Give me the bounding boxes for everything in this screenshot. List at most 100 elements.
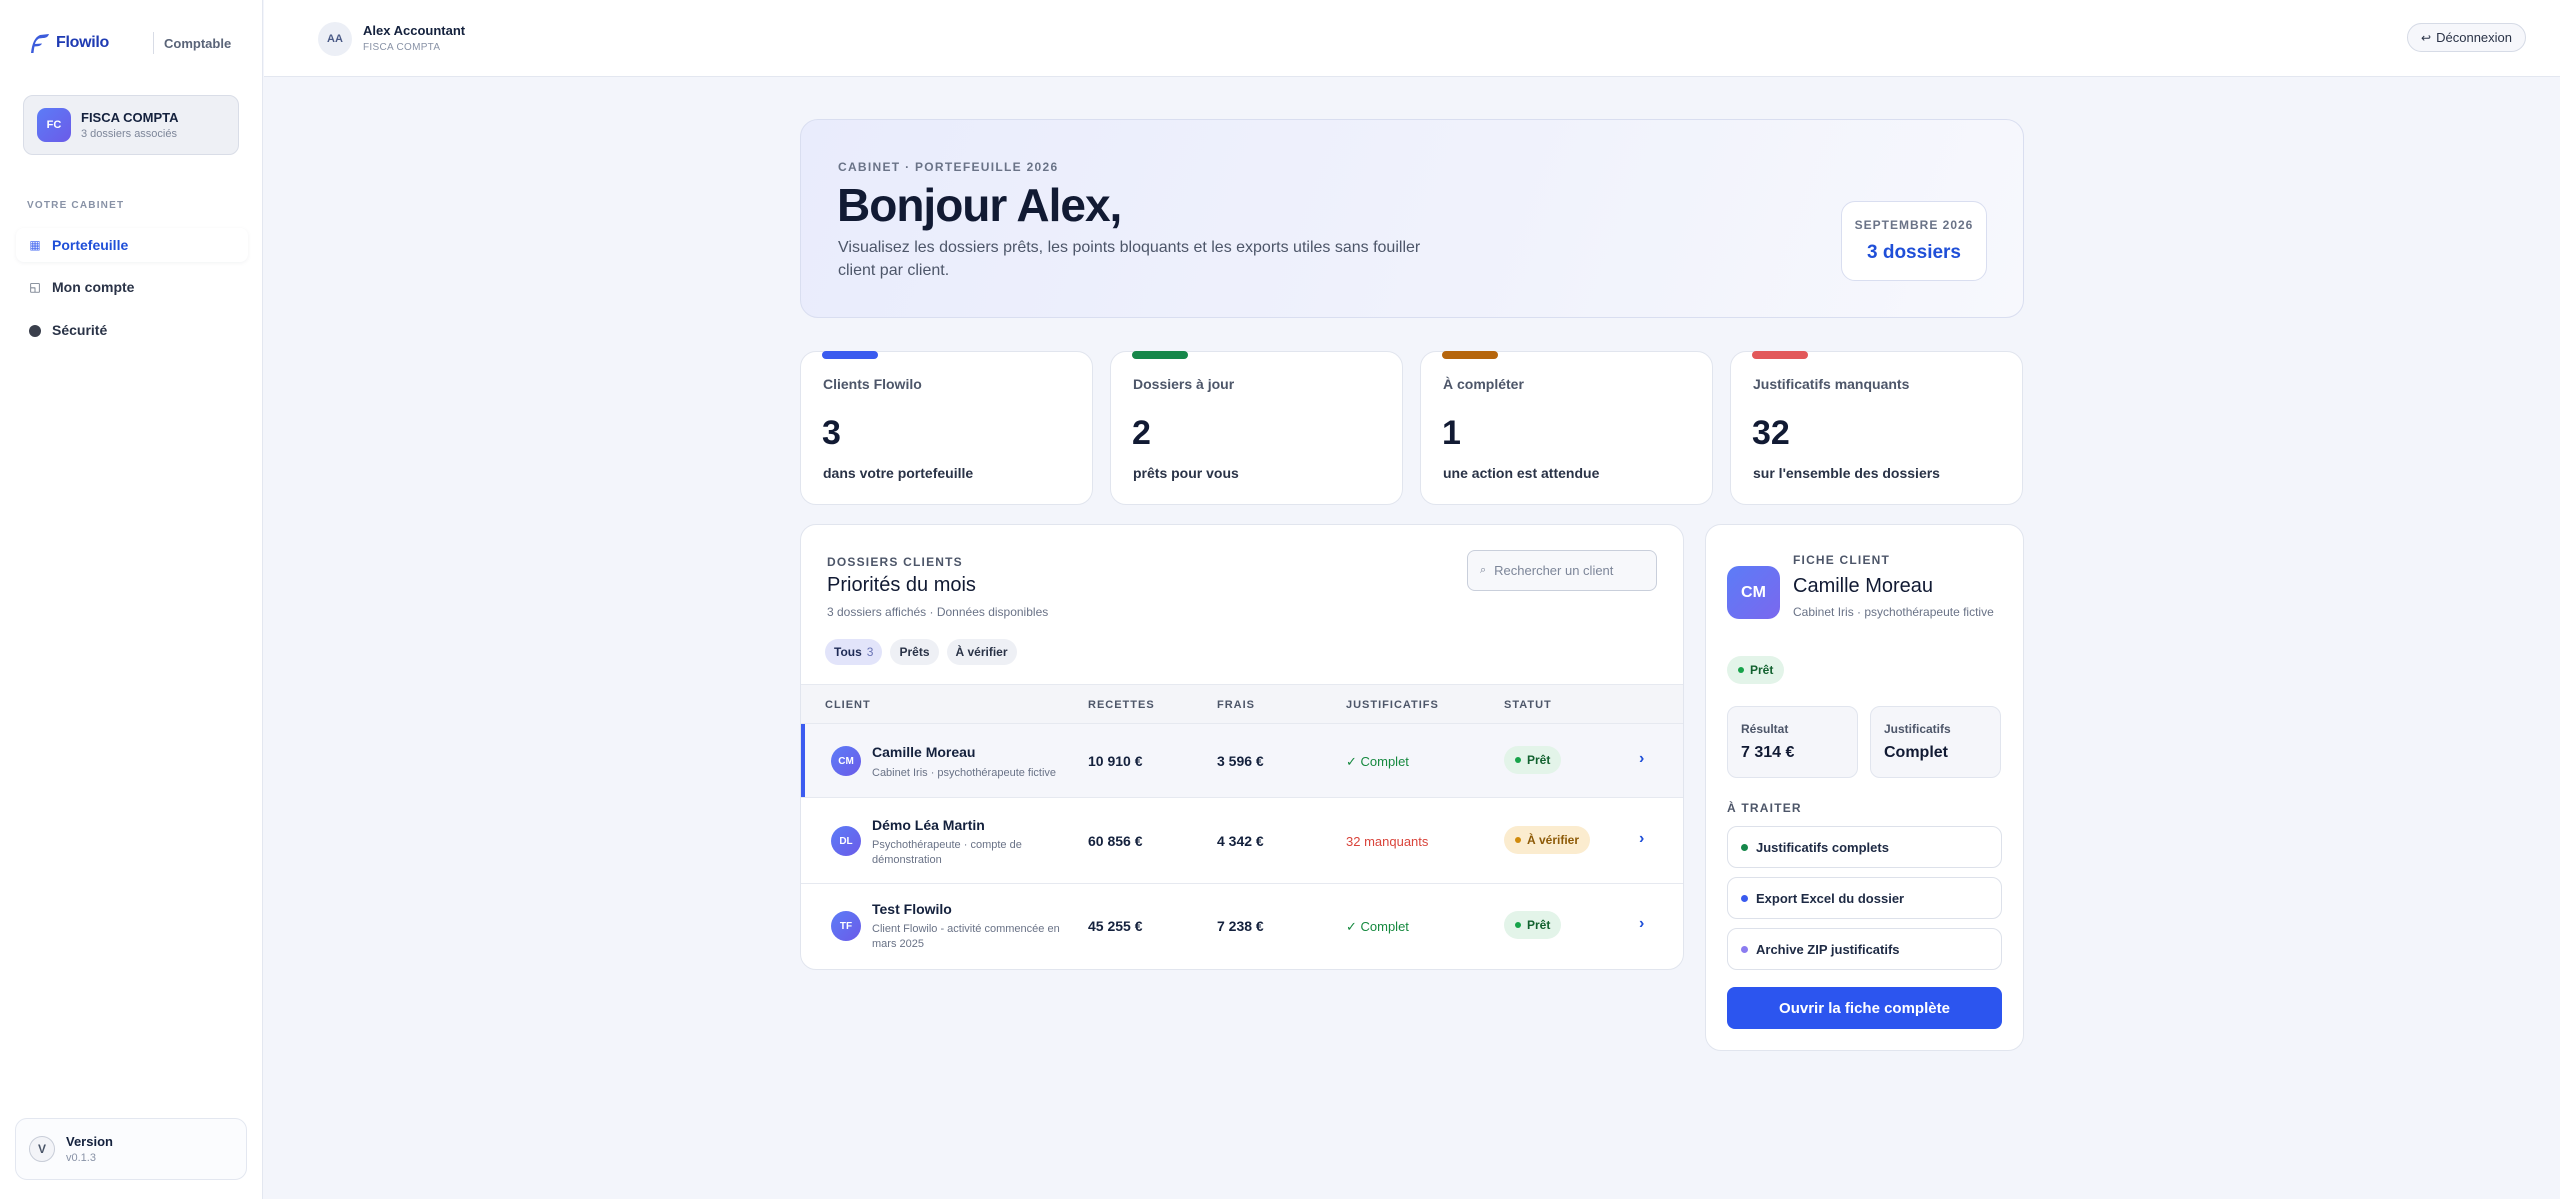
kpi-subtitle: dans votre portefeuille bbox=[823, 465, 974, 481]
client-description: Cabinet Iris · psychothérapeute fictive bbox=[872, 767, 1057, 779]
kpi-card-justificatifs-manquants: Justificatifs manquants 32 sur l'ensembl… bbox=[1730, 351, 2023, 505]
logout-button[interactable]: ↩ Déconnexion bbox=[2407, 23, 2526, 52]
kpi-label: À compléter bbox=[1443, 376, 1524, 392]
kpi-label: Justificatifs manquants bbox=[1753, 376, 1910, 392]
chevron-right-icon[interactable]: › bbox=[1639, 915, 1644, 933]
recettes-value: 10 910 € bbox=[1088, 753, 1143, 769]
justificatifs-box: Justificatifs Complet bbox=[1870, 706, 2001, 778]
kpi-value: 3 bbox=[822, 414, 841, 452]
kpi-value: 32 bbox=[1752, 414, 1790, 452]
sidebar-item-label: Sécurité bbox=[52, 322, 108, 338]
column-header-statut: STATUT bbox=[1504, 699, 1552, 711]
kpi-accent-bar bbox=[1132, 351, 1188, 359]
period-month: SEPTEMBRE 2026 bbox=[1854, 218, 1974, 232]
kpi-card-dossiers-a-jour: Dossiers à jour 2 prêts pour vous bbox=[1110, 351, 1403, 505]
status-label: Prêt bbox=[1750, 663, 1774, 677]
org-switcher[interactable]: FC FISCA COMPTA 3 dossiers associés bbox=[23, 95, 239, 155]
client-avatar: CM bbox=[831, 746, 861, 776]
table-row[interactable]: DL Démo Léa Martin Psychothérapeute · co… bbox=[801, 799, 1683, 884]
table-row[interactable]: TF Test Flowilo Client Flowilo - activit… bbox=[801, 884, 1683, 969]
kpi-card-clients: Clients Flowilo 3 dans votre portefeuill… bbox=[800, 351, 1093, 505]
status-badge: Prêt bbox=[1727, 656, 1785, 684]
sidebar-item-mon-compte[interactable]: ◱ Mon compte bbox=[16, 270, 248, 304]
user-avatar[interactable]: AA bbox=[318, 22, 352, 56]
grid-icon: ▦ bbox=[29, 238, 41, 252]
column-header-client: CLIENT bbox=[825, 699, 871, 711]
filter-chip-prets[interactable]: Prêts bbox=[890, 639, 939, 665]
status-label: À vérifier bbox=[1527, 833, 1580, 847]
client-name: Démo Léa Martin bbox=[872, 817, 985, 833]
task-label: Justificatifs complets bbox=[1756, 839, 1889, 855]
org-subtitle: 3 dossiers associés bbox=[81, 128, 177, 140]
column-header-frais: FRAIS bbox=[1217, 699, 1255, 711]
result-box: Résultat 7 314 € bbox=[1727, 706, 1858, 778]
todo-section-title: À TRAITER bbox=[1727, 801, 1802, 815]
task-status-dot bbox=[1741, 843, 1748, 851]
kpi-value: 1 bbox=[1442, 414, 1461, 452]
task-export-excel[interactable]: Export Excel du dossier bbox=[1727, 877, 2002, 919]
kpi-card-a-completer: À compléter 1 une action est attendue bbox=[1420, 351, 1713, 505]
user-org: FISCA COMPTA bbox=[363, 42, 441, 53]
status-dot bbox=[1515, 757, 1521, 763]
frais-value: 4 342 € bbox=[1217, 833, 1264, 849]
panel-subtitle: 3 dossiers affichés · Données disponible… bbox=[827, 605, 1049, 619]
sidebar-item-label: Portefeuille bbox=[52, 237, 129, 253]
brand[interactable]: Flowilo Comptable bbox=[28, 28, 231, 58]
open-full-file-button[interactable]: Ouvrir la fiche complète bbox=[1727, 987, 2002, 1029]
result-value: 7 314 € bbox=[1741, 744, 1795, 761]
org-name: FISCA COMPTA bbox=[81, 110, 179, 125]
search-input[interactable] bbox=[1494, 563, 1645, 578]
version-card: V Version v0.1.3 bbox=[15, 1118, 247, 1180]
column-header-justificatifs: JUSTIFICATIFS bbox=[1346, 699, 1439, 711]
client-search[interactable]: ⌕ bbox=[1467, 550, 1657, 591]
detail-eyebrow: FICHE CLIENT bbox=[1793, 553, 1891, 567]
task-archive-zip[interactable]: Archive ZIP justificatifs bbox=[1727, 928, 2002, 970]
filter-chip-tous[interactable]: Tous 3 bbox=[825, 639, 883, 665]
sidebar: Flowilo Comptable FC FISCA COMPTA 3 doss… bbox=[0, 0, 263, 1199]
table-header: CLIENT RECETTES FRAIS JUSTIFICATIFS STAT… bbox=[801, 684, 1683, 724]
client-avatar: TF bbox=[831, 911, 861, 941]
account-icon: ◱ bbox=[29, 280, 41, 294]
chevron-right-icon[interactable]: › bbox=[1639, 750, 1644, 768]
search-icon: ⌕ bbox=[1480, 564, 1487, 576]
client-name: Camille Moreau bbox=[872, 744, 976, 760]
recettes-value: 60 856 € bbox=[1088, 833, 1143, 849]
sidebar-item-securite[interactable]: Sécurité bbox=[16, 313, 248, 347]
detail-client-name: Camille Moreau bbox=[1793, 575, 1934, 597]
task-justificatifs-complets[interactable]: Justificatifs complets bbox=[1727, 826, 2002, 868]
flowilo-logo-icon bbox=[31, 34, 49, 53]
logout-label: Déconnexion bbox=[2436, 30, 2512, 45]
frais-value: 7 238 € bbox=[1217, 918, 1264, 934]
status-badge: Prêt bbox=[1504, 911, 1562, 939]
security-dot-icon bbox=[28, 323, 42, 337]
logout-icon: ↩ bbox=[2421, 30, 2432, 45]
kpi-subtitle: une action est attendue bbox=[1443, 465, 1600, 481]
version-badge: V bbox=[29, 1136, 55, 1162]
client-avatar: DL bbox=[831, 826, 861, 856]
period-dossier-count: 3 dossiers bbox=[1867, 242, 1961, 263]
sidebar-item-label: Mon compte bbox=[52, 279, 135, 295]
brand-name: Flowilo bbox=[56, 34, 110, 51]
status-badge: À vérifier bbox=[1504, 826, 1591, 854]
nav-section-title: VOTRE CABINET bbox=[27, 200, 125, 211]
filter-chip-a-verifier[interactable]: À vérifier bbox=[946, 639, 1017, 665]
kpi-value: 2 bbox=[1132, 414, 1151, 452]
panel-eyebrow: DOSSIERS CLIENTS bbox=[827, 555, 963, 569]
hero-subtitle: Visualisez les dossiers prêts, les point… bbox=[838, 239, 1421, 279]
client-name: Test Flowilo bbox=[872, 901, 952, 917]
status-badge: Prêt bbox=[1504, 746, 1562, 774]
frais-value: 3 596 € bbox=[1217, 753, 1264, 769]
table-row[interactable]: CM Camille Moreau Cabinet Iris · psychot… bbox=[801, 724, 1683, 798]
client-description: Client Flowilo - activité commencée en m… bbox=[872, 923, 1060, 950]
chevron-right-icon[interactable]: › bbox=[1639, 830, 1644, 848]
sidebar-item-portefeuille[interactable]: ▦ Portefeuille bbox=[16, 228, 248, 262]
column-header-recettes: RECETTES bbox=[1088, 699, 1155, 711]
period-summary: SEPTEMBRE 2026 3 dossiers bbox=[1841, 201, 1987, 281]
panel-title: Priorités du mois bbox=[827, 574, 976, 596]
status-dot bbox=[1738, 667, 1744, 673]
status-label: Prêt bbox=[1527, 918, 1551, 932]
detail-client-description: Cabinet Iris · psychothérapeute fictive bbox=[1793, 605, 1994, 619]
user-name: Alex Accountant bbox=[363, 23, 466, 38]
kpi-subtitle: prêts pour vous bbox=[1133, 465, 1239, 481]
version-number: v0.1.3 bbox=[66, 1152, 96, 1164]
